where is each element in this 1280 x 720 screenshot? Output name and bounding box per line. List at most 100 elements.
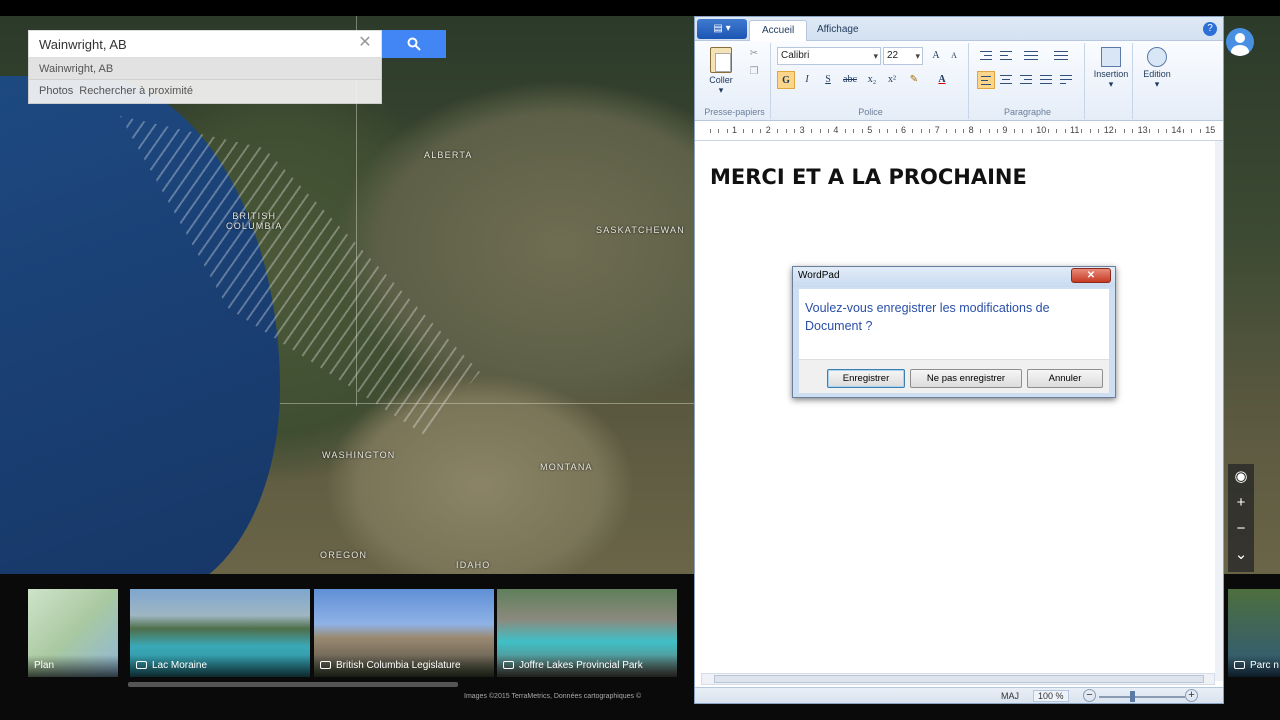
thumbnail-caption-text: Lac Moraine <box>152 660 208 671</box>
horizontal-scroll-thumb[interactable] <box>714 675 1204 683</box>
shrink-font-button[interactable]: A <box>945 47 963 65</box>
ruler-number: 4 <box>833 125 839 135</box>
font-size-select[interactable]: 22 <box>883 47 923 65</box>
zoom-out-icon[interactable]: − <box>1083 689 1096 702</box>
thumbnail-bc-legislature[interactable]: British Columbia Legislature <box>314 589 494 677</box>
highlight-color-icon[interactable]: ✎ <box>905 71 923 89</box>
align-left-icon[interactable] <box>977 71 995 89</box>
cut-icon[interactable]: ✂ <box>747 47 761 61</box>
international-border <box>280 403 694 404</box>
ruler-number: 12 <box>1103 125 1114 135</box>
cancel-button[interactable]: Annuler <box>1027 369 1103 388</box>
user-avatar-icon[interactable] <box>1226 28 1254 56</box>
zoom-out-button[interactable]: − <box>1228 516 1254 542</box>
ruler-tick <box>954 129 956 133</box>
italic-button[interactable]: I <box>798 71 816 89</box>
thumbnail-map[interactable]: Plan <box>28 589 118 677</box>
document-text[interactable]: MERCI ET A LA PROCHAINE <box>710 165 1027 189</box>
save-button[interactable]: Enregistrer <box>827 369 905 388</box>
caps-lock-indicator: MAJ <box>1001 691 1019 701</box>
paste-button[interactable]: Coller ▾ <box>701 43 741 96</box>
ruler-number: 8 <box>968 125 974 135</box>
ruler[interactable]: 1 2 3 4 5 6 7 8 9 10 11 12 13 14 15 <box>695 121 1223 141</box>
thumbnail-lac-moraine[interactable]: Lac Moraine <box>130 589 310 677</box>
map-search-box: ✕ <box>28 30 382 58</box>
tab-view[interactable]: Affichage <box>805 20 871 41</box>
copy-icon[interactable]: ❐ <box>747 65 761 79</box>
close-icon[interactable]: ✕ <box>1071 268 1111 283</box>
map-credits: Images ©2015 TerraMetrics, Données carto… <box>464 693 642 700</box>
close-icon[interactable]: ✕ <box>357 35 373 51</box>
expand-chevron-icon[interactable]: ⌄ <box>1228 542 1254 568</box>
strip-scrollbar[interactable] <box>128 682 458 687</box>
compass-icon[interactable]: ◉ <box>1228 464 1254 490</box>
underline-button[interactable]: S <box>819 71 837 89</box>
thumbnail-park[interactable]: Parc n <box>1228 589 1280 677</box>
document-area[interactable]: MERCI ET A LA PROCHAINE <box>695 141 1215 681</box>
map-controls: ◉ + − ⌄ <box>1228 464 1254 572</box>
zoom-level[interactable]: 100 % <box>1033 690 1069 702</box>
dialog-body: Voulez-vous enregistrer les modification… <box>799 289 1109 359</box>
font-color-button[interactable]: A <box>933 71 951 89</box>
map-label-saskatchewan: SASKATCHEWAN <box>596 225 685 235</box>
map-label-bc-line1: BRITISH <box>232 211 277 221</box>
map-search-input[interactable] <box>29 31 359 57</box>
paragraph-settings-icon[interactable] <box>1057 71 1075 89</box>
thumbnail-caption: Parc n <box>1228 655 1280 677</box>
ruler-tick <box>963 129 965 133</box>
justify-icon[interactable] <box>1037 71 1055 89</box>
ruler-tick <box>980 129 982 133</box>
dialog-title: WordPad <box>798 270 840 281</box>
tab-home[interactable]: Accueil <box>749 20 808 41</box>
dont-save-button[interactable]: Ne pas enregistrer <box>910 369 1022 388</box>
ruler-tick <box>887 129 889 133</box>
bold-button[interactable]: G <box>777 71 795 89</box>
ruler-tick <box>1098 129 1100 133</box>
line-spacing-icon[interactable] <box>1051 47 1077 65</box>
ruler-tick <box>853 129 855 133</box>
bullet-list-icon[interactable] <box>1021 47 1047 65</box>
ruler-tick <box>844 129 846 133</box>
suggestion-item[interactable]: Wainwright, AB <box>29 58 381 80</box>
edit-button[interactable]: Edition ▾ <box>1137 43 1177 90</box>
thumbnail-caption-text: British Columbia Legislature <box>336 660 461 671</box>
zoom-in-icon[interactable]: + <box>1185 689 1198 702</box>
superscript-button[interactable]: x² <box>883 71 901 89</box>
ruler-number: 11 <box>1070 125 1080 135</box>
app-menu-button[interactable]: ▤ ▾ <box>697 19 747 39</box>
increase-indent-icon[interactable] <box>997 47 1015 65</box>
align-center-icon[interactable] <box>997 71 1015 89</box>
subscript-button[interactable]: x₂ <box>863 71 881 89</box>
clipboard-icon <box>710 47 732 73</box>
search-button[interactable] <box>382 30 446 58</box>
vertical-scrollbar[interactable] <box>1215 141 1223 681</box>
photos-link[interactable]: Photos <box>39 85 73 97</box>
ruler-tick <box>878 129 880 133</box>
paste-label: Coller <box>709 75 733 85</box>
paragraph-group: Paragraphe <box>971 43 1085 119</box>
align-right-icon[interactable] <box>1017 71 1035 89</box>
decrease-indent-icon[interactable] <box>977 47 995 65</box>
thumbnail-joffre-lakes[interactable]: Joffre Lakes Provincial Park <box>497 589 677 677</box>
map-label-alberta: ALBERTA <box>424 150 473 160</box>
strikethrough-button[interactable]: abc <box>839 71 861 89</box>
zoom-slider[interactable] <box>1099 696 1185 698</box>
insert-button[interactable]: Insertion ▾ <box>1091 43 1131 90</box>
search-nearby-link[interactable]: Rechercher à proximité <box>79 85 193 97</box>
dialog-titlebar[interactable]: WordPad ✕ <box>793 267 1115 287</box>
font-name-select[interactable]: Calibri <box>777 47 881 65</box>
zoom-slider-handle[interactable] <box>1130 691 1135 702</box>
map-label-washington: WASHINGTON <box>322 450 396 460</box>
picture-icon <box>1101 47 1121 67</box>
help-icon[interactable]: ? <box>1203 22 1217 36</box>
ruler-tick <box>1115 129 1117 133</box>
horizontal-scrollbar[interactable] <box>701 673 1215 685</box>
ruler-tick <box>895 129 897 133</box>
ruler-tick <box>827 129 829 133</box>
ruler-tick <box>996 129 998 133</box>
ribbon: Coller▾ ✂ ❐ Presse-papiers Calibri 22 A … <box>695 41 1223 121</box>
ruler-tick <box>920 129 922 133</box>
grow-font-button[interactable]: A <box>927 47 945 65</box>
ruler-tick <box>709 129 711 133</box>
zoom-in-button[interactable]: + <box>1228 490 1254 516</box>
